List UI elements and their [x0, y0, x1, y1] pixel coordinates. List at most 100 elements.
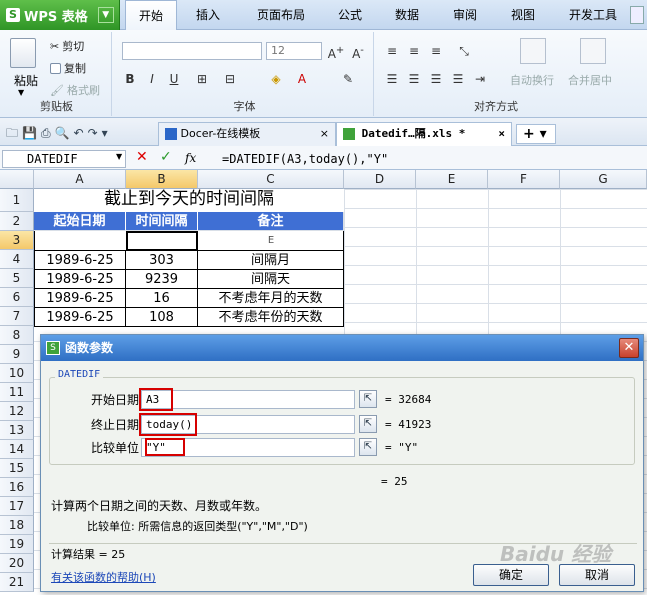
- format-painter-button[interactable]: 🖌 格式刷: [50, 82, 100, 98]
- table-cell[interactable]: 1989-6-25: [34, 308, 126, 327]
- confirm-formula-icon[interactable]: ✓: [160, 149, 172, 165]
- table-cell[interactable]: 不考虑年月的天数: [198, 289, 344, 308]
- doc-tab-docer[interactable]: Docer-在线模板 ×: [158, 122, 336, 146]
- table-cell[interactable]: 不考虑年份的天数: [198, 308, 344, 327]
- tab-insert[interactable]: 插入: [182, 0, 234, 30]
- cancel-button[interactable]: 取消: [559, 564, 635, 586]
- text-orientation-icon[interactable]: ⤡: [454, 42, 474, 60]
- preview-icon[interactable]: 🔍: [55, 126, 74, 140]
- row-3-note[interactable]: E: [198, 231, 344, 250]
- column-header-d[interactable]: D: [344, 170, 416, 189]
- row-header[interactable]: 1: [0, 189, 34, 212]
- row-header[interactable]: 14: [0, 440, 34, 459]
- table-cell[interactable]: 16: [126, 289, 198, 308]
- redo-icon[interactable]: ↷: [88, 126, 102, 140]
- column-header-b[interactable]: B: [126, 170, 198, 189]
- undo-icon[interactable]: ↶: [74, 126, 88, 140]
- row-header[interactable]: 13: [0, 421, 34, 440]
- copy-button[interactable]: 复制: [50, 60, 86, 76]
- row-header[interactable]: 10: [0, 364, 34, 383]
- chevron-down-icon[interactable]: ▼: [97, 7, 114, 23]
- table-cell[interactable]: 108: [126, 308, 198, 327]
- table-cell[interactable]: 1989-6-25: [34, 289, 126, 308]
- row-header[interactable]: 16: [0, 478, 34, 497]
- font-color-icon[interactable]: A: [292, 70, 312, 88]
- name-box[interactable]: DATEDIF: [2, 150, 126, 168]
- row-header[interactable]: 2: [0, 212, 34, 231]
- tab-formulas[interactable]: 公式: [327, 0, 373, 30]
- fill-color-icon[interactable]: ◈: [266, 70, 286, 88]
- align-right-icon[interactable]: ☰: [426, 70, 446, 88]
- close-icon[interactable]: ✕: [619, 338, 639, 358]
- row-header[interactable]: 5: [0, 269, 34, 288]
- row-header[interactable]: 15: [0, 459, 34, 478]
- row-header[interactable]: 11: [0, 383, 34, 402]
- row-header[interactable]: 7: [0, 307, 34, 326]
- row-header[interactable]: 17: [0, 497, 34, 516]
- align-center-icon[interactable]: ☰: [404, 70, 424, 88]
- align-bottom-icon[interactable]: ≡: [426, 42, 446, 60]
- row-header[interactable]: 8: [0, 326, 34, 345]
- paste-button[interactable]: 粘贴: [14, 72, 38, 89]
- row-header[interactable]: 21: [0, 573, 34, 592]
- column-header-f[interactable]: F: [488, 170, 560, 189]
- font-name-combo[interactable]: [122, 42, 262, 60]
- tab-home[interactable]: 开始: [125, 0, 177, 31]
- save-icon[interactable]: 💾: [22, 126, 41, 140]
- new-tab-button[interactable]: + ▾: [516, 124, 556, 144]
- tab-page-layout[interactable]: 页面布局: [245, 0, 317, 30]
- paste-icon[interactable]: [10, 38, 36, 68]
- tab-data[interactable]: 数据: [384, 0, 430, 30]
- header-cell-interval[interactable]: 时间间隔: [126, 212, 198, 231]
- column-header-e[interactable]: E: [416, 170, 488, 189]
- select-all-corner[interactable]: [0, 170, 34, 189]
- merge-center-icon[interactable]: [580, 38, 606, 64]
- row-header[interactable]: 9: [0, 345, 34, 364]
- indent-icon[interactable]: ⇥: [470, 70, 490, 88]
- font-size-combo[interactable]: 12: [266, 42, 322, 60]
- table-cell[interactable]: 1989-6-25: [34, 270, 126, 289]
- merge-cells-icon[interactable]: ⊟: [220, 70, 240, 88]
- doc-tab-datedif[interactable]: Datedif…隔.xls * ×: [336, 122, 512, 146]
- wps-app-button[interactable]: S WPS 表格 ▼: [0, 0, 120, 30]
- customize-icon[interactable]: ▾: [102, 126, 112, 140]
- align-middle-icon[interactable]: ≡: [404, 42, 424, 60]
- tab-review[interactable]: 审阅: [442, 0, 488, 30]
- cancel-formula-icon[interactable]: ✕: [136, 149, 148, 165]
- row-header[interactable]: 20: [0, 554, 34, 573]
- justify-icon[interactable]: ☰: [448, 70, 468, 88]
- merge-center-button[interactable]: 合并居中: [568, 72, 612, 88]
- range-select-icon[interactable]: ⇱: [359, 438, 377, 456]
- row-header[interactable]: 3: [0, 231, 34, 250]
- column-header-c[interactable]: C: [198, 170, 344, 189]
- header-cell-note[interactable]: 备注: [198, 212, 344, 231]
- align-left-icon[interactable]: ☰: [382, 70, 402, 88]
- help-link[interactable]: 有关该函数的帮助(H): [51, 569, 156, 585]
- wrap-text-button[interactable]: 自动换行: [510, 72, 554, 88]
- table-cell[interactable]: 9239: [126, 270, 198, 289]
- quick-access-toolbar[interactable]: 🗀💾⎙🔍↶↷▾: [6, 124, 112, 145]
- clear-format-icon[interactable]: ✎: [338, 70, 358, 88]
- table-cell[interactable]: 间隔天: [198, 270, 344, 289]
- column-header-a[interactable]: A: [34, 170, 126, 189]
- close-icon[interactable]: ×: [498, 123, 505, 145]
- shrink-font-icon[interactable]: A-: [348, 42, 368, 61]
- wrap-text-icon[interactable]: [520, 38, 546, 64]
- tab-view[interactable]: 视图: [500, 0, 546, 30]
- print-icon[interactable]: ⎙: [41, 126, 55, 140]
- align-top-icon[interactable]: ≡: [382, 42, 402, 60]
- tab-developer[interactable]: 开发工具: [562, 0, 624, 30]
- table-cell[interactable]: 间隔月: [198, 251, 344, 270]
- ok-button[interactable]: 确定: [473, 564, 549, 586]
- more-icon[interactable]: [630, 6, 644, 24]
- row-header[interactable]: 18: [0, 516, 34, 535]
- open-icon[interactable]: 🗀: [6, 126, 22, 140]
- range-select-icon[interactable]: ⇱: [359, 390, 377, 408]
- row-header[interactable]: 12: [0, 402, 34, 421]
- grow-font-icon[interactable]: A+: [326, 42, 346, 61]
- formula-input[interactable]: =DATEDIF(A3,today(),"Y": [222, 150, 388, 168]
- italic-icon[interactable]: I: [142, 70, 162, 88]
- row-header[interactable]: 19: [0, 535, 34, 554]
- header-cell-start-date[interactable]: 起始日期: [34, 212, 126, 231]
- underline-icon[interactable]: U: [164, 70, 184, 88]
